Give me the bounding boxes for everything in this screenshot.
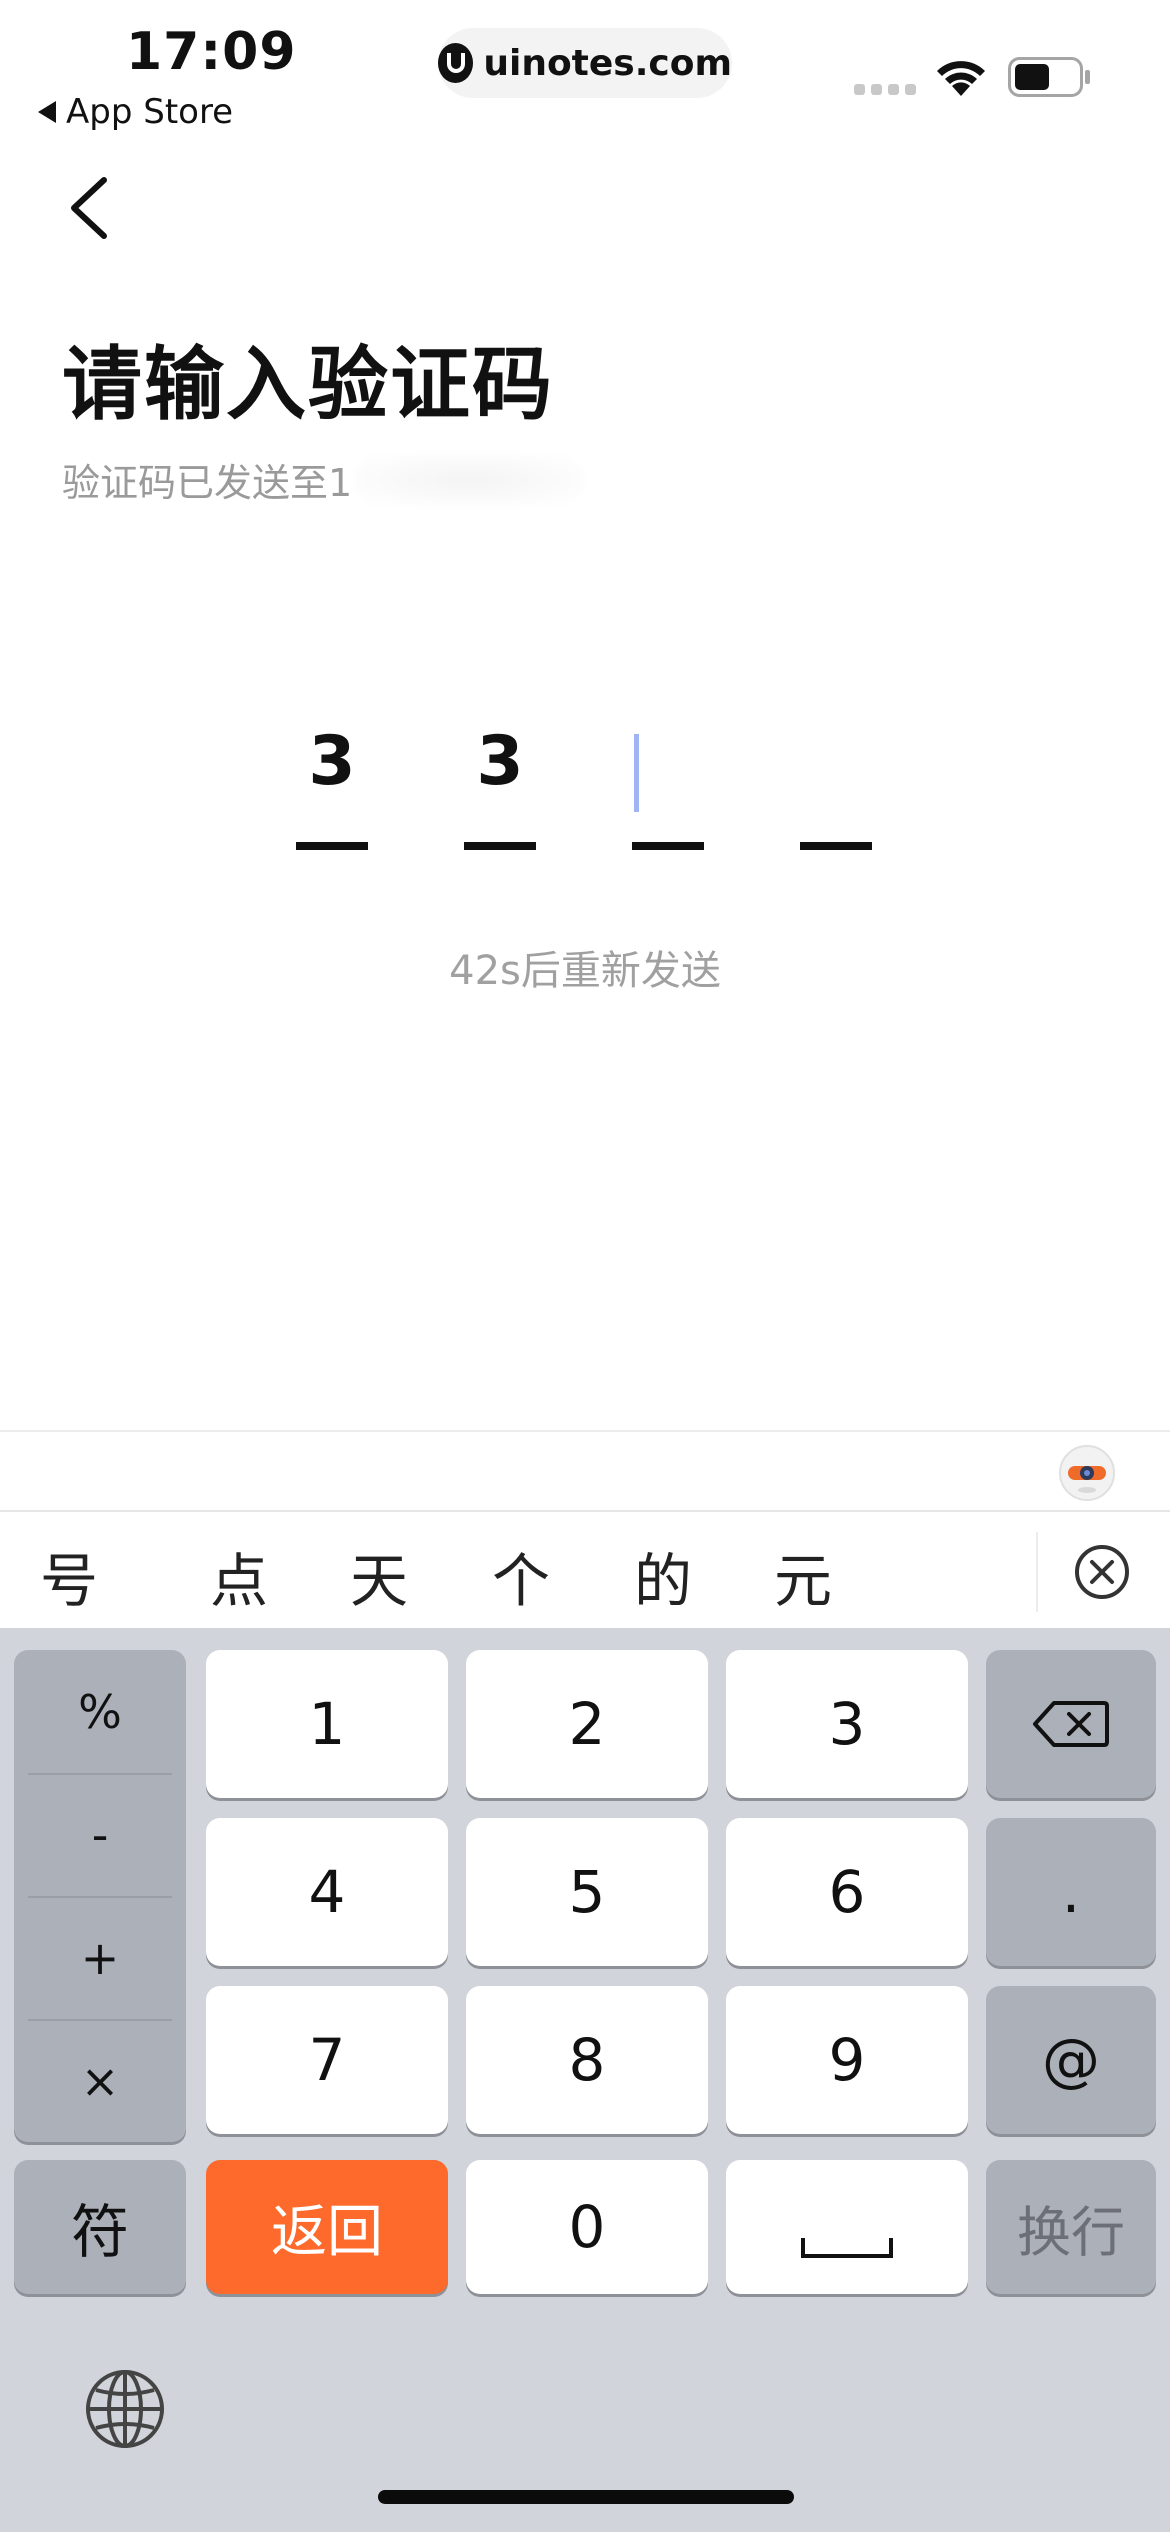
- key-percent[interactable]: %: [28, 1650, 172, 1773]
- key-multiply[interactable]: ×: [28, 2019, 172, 2142]
- key-at[interactable]: @: [986, 1986, 1156, 2134]
- code-slot-4[interactable]: [800, 720, 872, 850]
- code-underline: [464, 842, 536, 850]
- key-dot[interactable]: .: [986, 1818, 1156, 1966]
- code-digit: 3: [308, 722, 356, 801]
- resend-countdown: 42s后重新发送: [449, 948, 721, 994]
- code-underline: [632, 842, 704, 850]
- code-sent-subtitle: 验证码已发送至1: [62, 452, 585, 507]
- newline-key[interactable]: 换行: [986, 2160, 1156, 2294]
- code-underline: [296, 842, 368, 850]
- masked-phone-number: [354, 454, 585, 505]
- candidate-word[interactable]: 点: [210, 1534, 268, 1618]
- space-key[interactable]: [726, 2160, 968, 2294]
- back-triangle-icon: [38, 101, 56, 123]
- candidate-word[interactable]: 元: [774, 1534, 832, 1618]
- subtitle-text: 验证码已发送至1: [62, 461, 353, 505]
- text-cursor: [634, 734, 639, 812]
- battery-icon: [1008, 57, 1090, 97]
- key-minus[interactable]: -: [28, 1773, 172, 1896]
- candidate-word[interactable]: 的: [634, 1534, 692, 1618]
- return-button[interactable]: 返回: [206, 2160, 448, 2294]
- key-9[interactable]: 9: [726, 1986, 968, 2134]
- home-indicator[interactable]: [378, 2490, 794, 2504]
- numeric-keyboard: % - + × 1 2 3 4 5 6 . 7 8 9 @ 符 返回 0 换行: [0, 1628, 1170, 2532]
- keyboard-toolbar: [0, 1430, 1170, 1510]
- symbol-key[interactable]: 符: [14, 2160, 186, 2294]
- cellular-signal-icon: [854, 84, 916, 95]
- code-digit: 3: [476, 722, 524, 801]
- code-slot-2[interactable]: 3: [464, 720, 536, 850]
- key-2[interactable]: 2: [466, 1650, 708, 1798]
- close-circle-icon: [1075, 1545, 1129, 1599]
- key-1[interactable]: 1: [206, 1650, 448, 1798]
- page-title: 请输入验证码: [62, 338, 554, 431]
- code-slot-1[interactable]: 3: [296, 720, 368, 850]
- code-slot-3[interactable]: [632, 720, 704, 850]
- close-candidates-button[interactable]: [1036, 1532, 1166, 1612]
- status-bar: 17:09 App Store uinotes.com: [0, 0, 1170, 140]
- candidate-word[interactable]: 天: [350, 1534, 408, 1618]
- key-4[interactable]: 4: [206, 1818, 448, 1966]
- back-chevron-icon[interactable]: [60, 168, 120, 248]
- candidate-word[interactable]: 个: [492, 1534, 550, 1618]
- key-0[interactable]: 0: [466, 2160, 708, 2294]
- back-app-label: App Store: [66, 92, 234, 132]
- key-7[interactable]: 7: [206, 1986, 448, 2134]
- url-text: uinotes.com: [483, 42, 732, 84]
- ime-mascot-icon[interactable]: [1056, 1440, 1118, 1502]
- globe-icon[interactable]: [84, 2368, 166, 2450]
- back-to-app-store[interactable]: App Store: [38, 92, 233, 132]
- site-logo-icon: [438, 43, 474, 83]
- candidate-bar: 号 点 天 个 的 元: [0, 1510, 1170, 1628]
- key-3[interactable]: 3: [726, 1650, 968, 1798]
- key-8[interactable]: 8: [466, 1986, 708, 2134]
- key-5[interactable]: 5: [466, 1818, 708, 1966]
- key-plus[interactable]: +: [28, 1896, 172, 2019]
- status-time: 17:09: [126, 22, 297, 82]
- verification-code-input[interactable]: 3 3: [296, 720, 872, 850]
- url-pill[interactable]: uinotes.com: [438, 28, 732, 98]
- symbol-column: % - + ×: [14, 1650, 186, 2142]
- code-underline: [800, 842, 872, 850]
- wifi-icon: [937, 61, 985, 96]
- key-6[interactable]: 6: [726, 1818, 968, 1966]
- candidate-word[interactable]: 号: [40, 1534, 98, 1618]
- space-icon: [801, 2238, 893, 2258]
- backspace-button[interactable]: [986, 1650, 1156, 1798]
- backspace-icon: [1033, 1701, 1109, 1747]
